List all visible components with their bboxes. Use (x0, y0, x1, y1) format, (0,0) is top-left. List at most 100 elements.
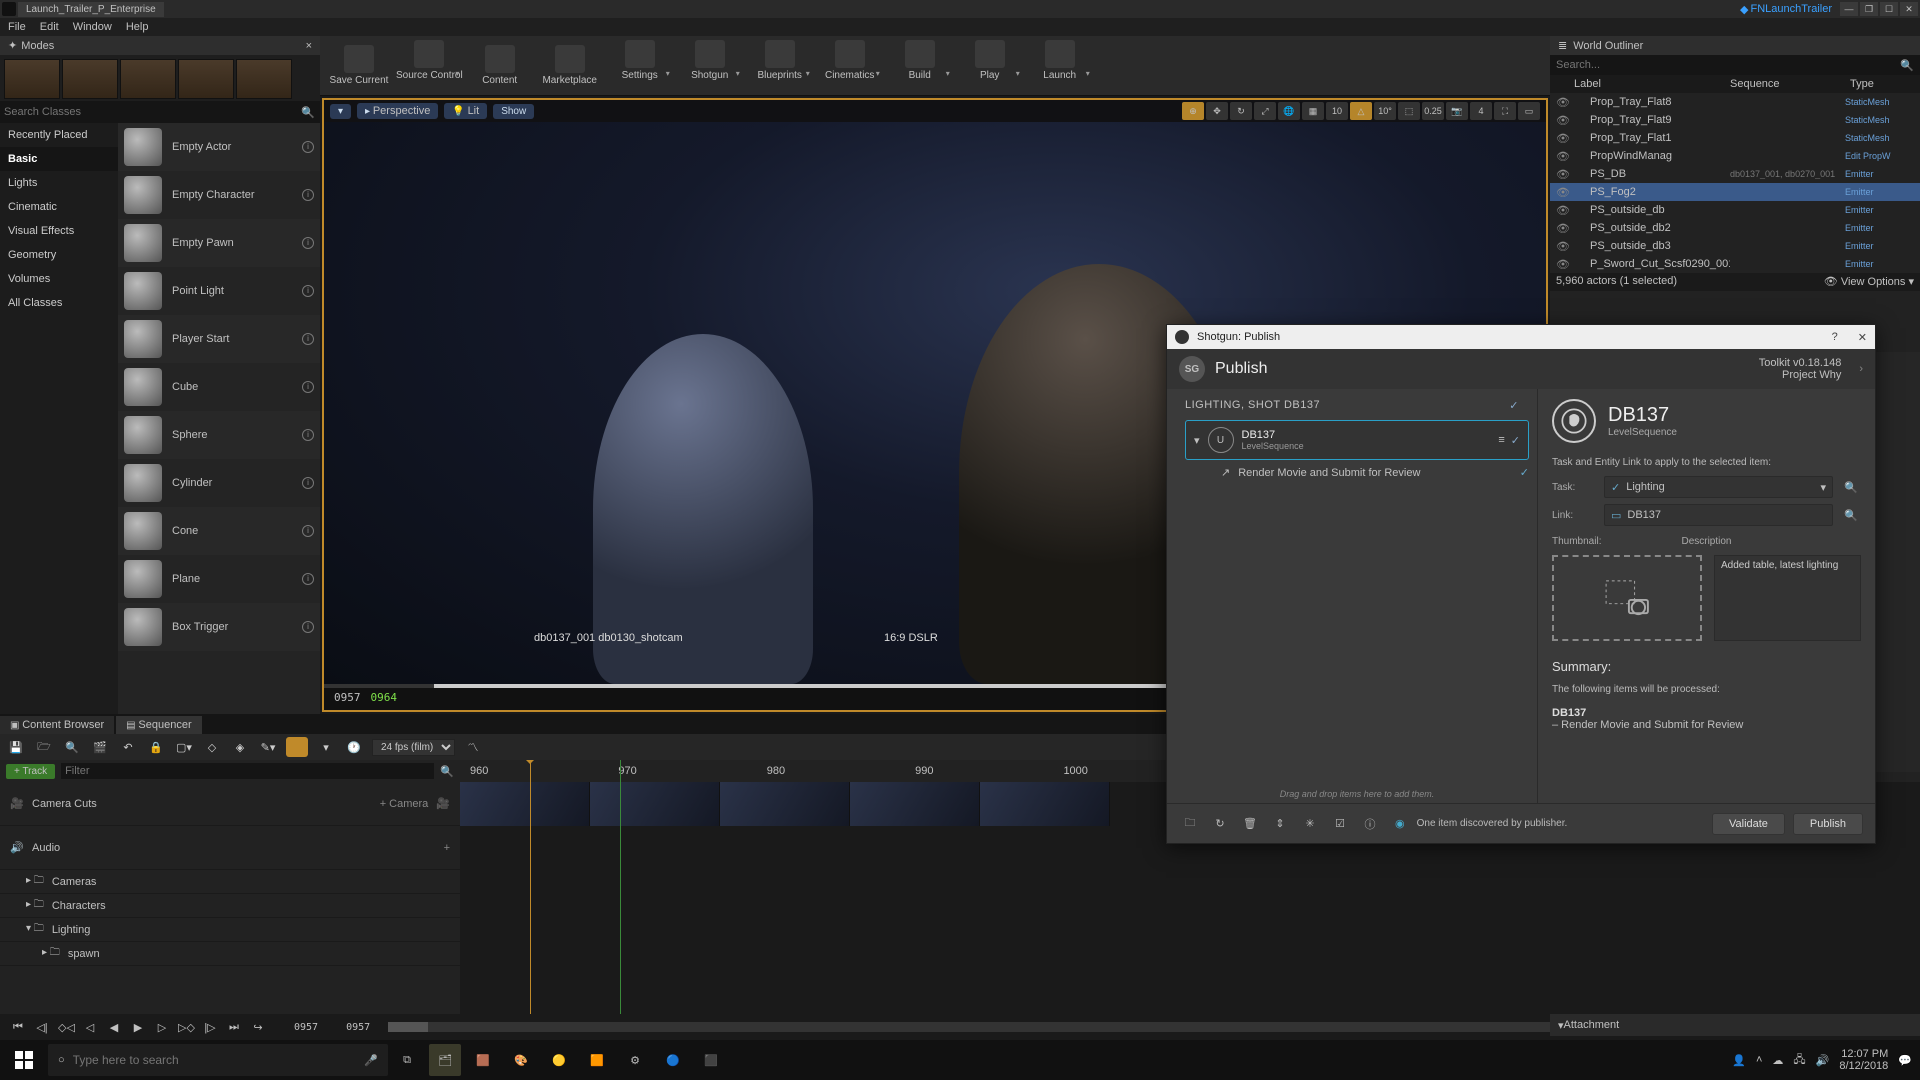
track-characters[interactable]: ▸ 🗀 Characters (0, 894, 460, 918)
clock[interactable]: 12:07 PM8/12/2018 (1839, 1048, 1888, 1072)
info-icon[interactable]: i (302, 381, 314, 393)
refresh-icon[interactable]: ↻ (1209, 813, 1231, 835)
app-icon-1[interactable]: 🟫 (467, 1044, 499, 1076)
visibility-icon[interactable]: 👁 (1556, 114, 1570, 127)
help-button[interactable]: ? (1832, 331, 1838, 343)
find-in-cb-icon[interactable]: 🗁 (34, 737, 54, 757)
outliner-row[interactable]: 👁PS_outside_dbEmitter (1550, 201, 1920, 219)
subtask-check-icon[interactable]: ✓ (1520, 466, 1529, 479)
info-icon[interactable]: i (302, 285, 314, 297)
collapse-all-icon[interactable]: ✳ (1299, 813, 1321, 835)
cat-basic[interactable]: Basic (0, 147, 118, 171)
visibility-icon[interactable]: 👁 (1556, 150, 1570, 163)
next-key-icon[interactable]: ▷◇ (178, 1021, 194, 1034)
visibility-icon[interactable]: 👁 (1556, 240, 1570, 253)
visibility-icon[interactable]: 👁 (1556, 222, 1570, 235)
actor-box-trigger[interactable]: Box Triggeri (118, 603, 320, 651)
actor-empty-actor[interactable]: Empty Actori (118, 123, 320, 171)
render-movie-icon[interactable]: 🎬 (90, 737, 110, 757)
menu-help[interactable]: Help (126, 21, 149, 33)
project-tab[interactable]: Launch_Trailer_P_Enterprise (18, 2, 164, 17)
actor-player-start[interactable]: Player Starti (118, 315, 320, 363)
range-start[interactable]: 0957 (294, 1022, 318, 1033)
marketplace-icon[interactable]: ◆ (1740, 3, 1748, 16)
save-icon[interactable]: 💾 (6, 737, 26, 757)
viewport-mode[interactable]: ▸ Perspective (357, 103, 438, 119)
place-mode-icon[interactable] (4, 59, 60, 99)
visibility-icon[interactable]: 👁 (1556, 168, 1570, 181)
taskbar-search[interactable]: ○ 🎤 (48, 1044, 388, 1076)
toolbar-blueprints[interactable]: Blueprints (747, 39, 813, 93)
expand-all-icon[interactable]: ⇕ (1269, 813, 1291, 835)
lock-icon[interactable]: 🔒 (146, 737, 166, 757)
actor-sphere[interactable]: Spherei (118, 411, 320, 459)
network-icon[interactable]: 🖧 (1793, 1051, 1805, 1070)
outliner-search-input[interactable] (1556, 59, 1900, 71)
search-icon[interactable]: 🔍 (1900, 59, 1914, 72)
step-fwd-icon[interactable]: |▷ (202, 1021, 218, 1034)
curve-editor-icon[interactable]: 〽 (463, 737, 483, 757)
info-icon[interactable]: i (302, 573, 314, 585)
item-check-icon[interactable]: ✓ (1511, 434, 1520, 447)
info-icon[interactable]: i (302, 333, 314, 345)
add-track-button[interactable]: + Track (6, 764, 55, 779)
actor-empty-pawn[interactable]: Empty Pawni (118, 219, 320, 267)
close-button[interactable]: ✕ (1900, 2, 1918, 16)
track-filter-input[interactable] (61, 763, 434, 779)
onedrive-icon[interactable]: ☁ (1772, 1054, 1783, 1067)
toolbar-source-control[interactable]: Source Control (396, 39, 463, 93)
visibility-icon[interactable]: 👁 (1556, 96, 1570, 109)
toolbar-settings[interactable]: Settings (607, 39, 673, 93)
minimize-button[interactable]: — (1840, 2, 1858, 16)
toolbar-save-current[interactable]: Save Current (326, 39, 392, 93)
select-tool-icon[interactable]: ⊕ (1182, 102, 1204, 120)
chrome-icon[interactable]: 🟡 (543, 1044, 575, 1076)
add-camera-button[interactable]: + Camera (380, 798, 429, 810)
outliner-row[interactable]: 👁PS_Fog2Emitter (1550, 183, 1920, 201)
col-type[interactable]: Type (1850, 78, 1920, 90)
play-reverse-icon[interactable]: ◀ (106, 1021, 122, 1034)
frame-fwd-icon[interactable]: ▷ (154, 1021, 170, 1034)
attachment-section[interactable]: ▾ Attachment (1550, 1014, 1920, 1036)
camera-speed-value[interactable]: 4 (1470, 102, 1492, 120)
paint-mode-icon[interactable] (62, 59, 118, 99)
toolbar-content[interactable]: Content (467, 39, 533, 93)
toolbar-launch[interactable]: Launch (1027, 39, 1093, 93)
visibility-icon[interactable]: 👁 (1556, 186, 1570, 199)
cat-lights[interactable]: Lights (0, 171, 118, 195)
key-changed-icon[interactable]: ◈ (230, 737, 250, 757)
info-icon[interactable]: ⓘ (1359, 813, 1381, 835)
outliner-row[interactable]: 👁Prop_Tray_Flat8StaticMesh (1550, 93, 1920, 111)
scale-snap-value[interactable]: 0.25 (1422, 102, 1444, 120)
modes-tab[interactable]: ✦Modes× (0, 36, 320, 55)
description-field[interactable]: Added table, latest lighting (1714, 555, 1861, 641)
start-button[interactable] (0, 1040, 48, 1080)
fps-select[interactable]: 24 fps (film) (372, 739, 455, 756)
cat-all-classes[interactable]: All Classes (0, 291, 118, 315)
info-icon[interactable]: i (302, 429, 314, 441)
snap-icon[interactable]: ▢▾ (174, 737, 194, 757)
cat-visual-effects[interactable]: Visual Effects (0, 219, 118, 243)
toolbar-play[interactable]: Play (957, 39, 1023, 93)
modes-search[interactable]: 🔍 (0, 101, 320, 123)
viewport-show[interactable]: Show (493, 104, 534, 119)
key-mode-icon[interactable] (286, 737, 308, 757)
rotate-tool-icon[interactable]: ↻ (1230, 102, 1252, 120)
file-explorer-icon[interactable]: 🗂 (429, 1044, 461, 1076)
validate-button[interactable]: Validate (1712, 813, 1785, 835)
menu-edit[interactable]: Edit (40, 21, 59, 33)
toolbar-cinematics[interactable]: Cinematics (817, 39, 883, 93)
search-icon[interactable]: 🔍 (440, 765, 454, 778)
prev-key-icon[interactable]: ◇◁ (58, 1021, 74, 1034)
browse-icon[interactable]: 🗀 (1179, 813, 1201, 835)
expand-icon[interactable]: ▾ (1194, 434, 1200, 447)
delete-icon[interactable]: 🗑 (1239, 813, 1261, 835)
close-button[interactable]: ✕ (1858, 331, 1867, 344)
outliner-row[interactable]: 👁PS_DBdb0137_001, db0270_001Emitter (1550, 165, 1920, 183)
restore-button[interactable]: ❐ (1860, 2, 1878, 16)
track-cameras[interactable]: ▸ 🗀 Cameras (0, 870, 460, 894)
cat-cinematic[interactable]: Cinematic (0, 195, 118, 219)
cat-volumes[interactable]: Volumes (0, 267, 118, 291)
cat-recently-placed[interactable]: Recently Placed (0, 123, 118, 147)
undo-icon[interactable]: ↶ (118, 737, 138, 757)
